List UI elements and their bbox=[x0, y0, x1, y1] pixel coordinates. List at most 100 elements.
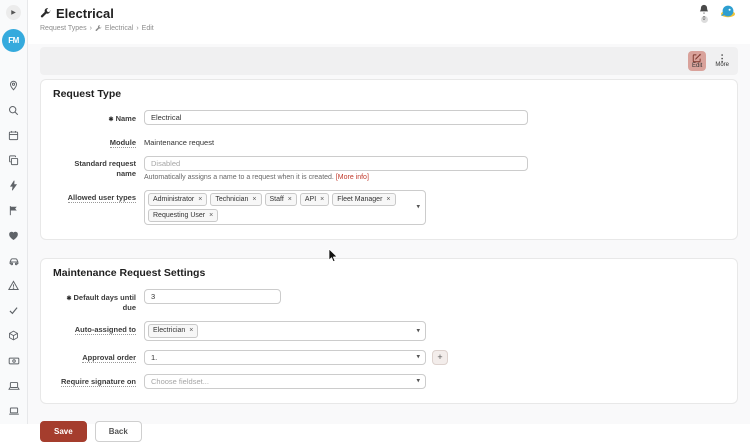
name-input[interactable] bbox=[144, 110, 528, 125]
breadcrumb: Request Types › Electrical › Edit bbox=[40, 25, 738, 32]
auto-assigned-row: Auto-assigned to Electrician × ▾ bbox=[53, 321, 725, 341]
page-title: Electrical bbox=[56, 6, 114, 21]
breadcrumb-edit: Edit bbox=[141, 25, 154, 32]
request-type-card-title: Request Type bbox=[53, 88, 122, 100]
user-type-tag: Fleet Manager × bbox=[332, 192, 396, 206]
user-type-tag: API × bbox=[299, 192, 330, 206]
more-button[interactable]: ⋮ More bbox=[711, 52, 733, 70]
edit-pencil-icon bbox=[692, 53, 702, 63]
allowed-user-types-multiselect[interactable]: Administrator × Technician × Staff × API × F… bbox=[144, 189, 426, 226]
warning-triangle-icon bbox=[8, 280, 19, 290]
module-label: Module bbox=[109, 137, 136, 148]
user-type-tag: Technician × bbox=[210, 192, 262, 206]
default-days-label: ✱ Default days until due bbox=[66, 292, 136, 313]
name-field-row: ✱ Name bbox=[53, 110, 725, 125]
require-signature-select[interactable]: Choose fieldset... ▾ bbox=[144, 373, 426, 389]
approval-order-row: Approval order 1. ▾ + bbox=[53, 349, 725, 365]
avatar-image bbox=[721, 5, 735, 18]
content-area: Edit ⋮ More Request Type ✱Name Module Ma… bbox=[28, 44, 750, 442]
car-icon bbox=[9, 257, 18, 265]
cube-icon bbox=[9, 330, 18, 341]
auto-assigned-label: Auto-assigned to bbox=[74, 324, 136, 335]
expand-icon: ▶ bbox=[11, 10, 16, 16]
sidebar-item-vehicles[interactable] bbox=[0, 248, 28, 273]
default-days-input[interactable] bbox=[144, 289, 281, 305]
require-signature-label: Require signature on bbox=[60, 377, 136, 388]
module-field-row: Module Maintenance request bbox=[53, 134, 725, 148]
request-type-card: Request Type ✱Name Module Maintenance re… bbox=[40, 79, 738, 241]
sidebar-item-search[interactable] bbox=[0, 98, 28, 123]
breadcrumb-separator: › bbox=[136, 25, 139, 32]
approval-order-select[interactable]: 1. ▾ bbox=[144, 349, 426, 365]
standard-request-name-label: Standard request name bbox=[74, 159, 136, 178]
auto-assigned-tag: Electrician × bbox=[148, 324, 199, 338]
auto-assigned-multiselect[interactable]: Electrician × ▾ bbox=[144, 321, 426, 341]
sidebar-item-location[interactable] bbox=[0, 73, 28, 98]
sidebar-item-laptop[interactable] bbox=[0, 373, 28, 398]
user-avatar[interactable] bbox=[720, 4, 736, 20]
required-marker: ✱ bbox=[108, 116, 114, 123]
chevron-down-icon: ▾ bbox=[416, 353, 420, 361]
module-value: Maintenance request bbox=[144, 137, 215, 147]
page-header: Electrical Request Types › Electrical › … bbox=[28, 0, 750, 44]
breadcrumb-electrical[interactable]: Electrical bbox=[105, 25, 133, 32]
flag-icon bbox=[9, 206, 17, 216]
user-type-tag: Administrator × bbox=[148, 192, 208, 206]
remove-tag-icon[interactable]: × bbox=[288, 195, 292, 204]
settings-card: Maintenance Request Settings ✱ Default da… bbox=[40, 258, 738, 404]
standard-request-name-input[interactable] bbox=[144, 155, 528, 171]
check-icon bbox=[9, 307, 18, 315]
sidebar: ▶ FM bbox=[0, 0, 28, 424]
bell-icon bbox=[699, 4, 709, 14]
breadcrumb-request-types[interactable]: Request Types bbox=[40, 25, 87, 32]
main-area: Electrical Request Types › Electrical › … bbox=[28, 0, 750, 442]
breadcrumb-separator: › bbox=[89, 25, 92, 32]
edit-button[interactable]: Edit bbox=[687, 50, 707, 72]
sidebar-item-heart[interactable] bbox=[0, 223, 28, 248]
more-info-link[interactable]: [More info] bbox=[336, 174, 369, 181]
default-days-row: ✱ Default days until due bbox=[53, 289, 725, 312]
sidebar-item-calendar[interactable] bbox=[0, 123, 28, 148]
user-type-tag: Staff × bbox=[264, 192, 297, 206]
bolt-icon bbox=[9, 180, 18, 191]
remove-tag-icon[interactable]: × bbox=[198, 195, 202, 204]
name-label: ✱ Name bbox=[108, 113, 136, 123]
remove-tag-icon[interactable]: × bbox=[386, 195, 390, 204]
remove-tag-icon[interactable]: × bbox=[209, 211, 213, 220]
sidebar-expand-button[interactable]: ▶ bbox=[6, 5, 21, 20]
standard-request-name-help: Automatically assigns a name to a reques… bbox=[144, 173, 369, 181]
add-approval-button[interactable]: + bbox=[432, 349, 448, 365]
sidebar-nav bbox=[0, 73, 28, 423]
allowed-user-types-label: Allowed user types bbox=[67, 193, 136, 204]
sidebar-item-billing[interactable] bbox=[0, 348, 28, 373]
settings-card-title: Maintenance Request Settings bbox=[53, 267, 206, 280]
sidebar-item-tasks[interactable] bbox=[0, 298, 28, 323]
approval-order-value: 1. bbox=[151, 352, 158, 362]
sidebar-item-copy[interactable] bbox=[0, 148, 28, 173]
remove-tag-icon[interactable]: × bbox=[189, 326, 193, 335]
billing-icon bbox=[8, 357, 19, 364]
sidebar-item-bolt[interactable] bbox=[0, 173, 28, 198]
chevron-down-icon: ▾ bbox=[416, 204, 420, 212]
remove-tag-icon[interactable]: × bbox=[320, 195, 324, 204]
action-toolbar: Edit ⋮ More bbox=[40, 47, 738, 75]
notifications-badge: 0 bbox=[700, 16, 708, 23]
app-logo[interactable]: FM bbox=[2, 29, 25, 52]
more-dots-icon: ⋮ bbox=[717, 52, 727, 63]
sidebar-item-parts[interactable] bbox=[0, 323, 28, 348]
sidebar-item-flag[interactable] bbox=[0, 198, 28, 223]
wrench-icon-small bbox=[95, 25, 102, 32]
standard-request-name-row: Standard request name Automatically assi… bbox=[53, 155, 725, 181]
sidebar-item-issues[interactable] bbox=[0, 273, 28, 298]
heart-icon bbox=[9, 231, 18, 241]
required-marker: ✱ bbox=[66, 295, 72, 302]
allowed-user-types-row: Allowed user types Administrator × Techni… bbox=[53, 189, 725, 226]
approval-order-label: Approval order bbox=[82, 353, 136, 364]
chevron-down-icon: ▾ bbox=[416, 327, 420, 335]
user-type-tag: Requesting User × bbox=[148, 208, 219, 223]
sidebar-item-device[interactable] bbox=[0, 398, 28, 423]
notifications-button[interactable]: 0 bbox=[698, 4, 710, 23]
remove-tag-icon[interactable]: × bbox=[252, 195, 256, 204]
copy-icon bbox=[9, 155, 19, 166]
require-signature-row: Require signature on Choose fieldset... … bbox=[53, 373, 725, 389]
